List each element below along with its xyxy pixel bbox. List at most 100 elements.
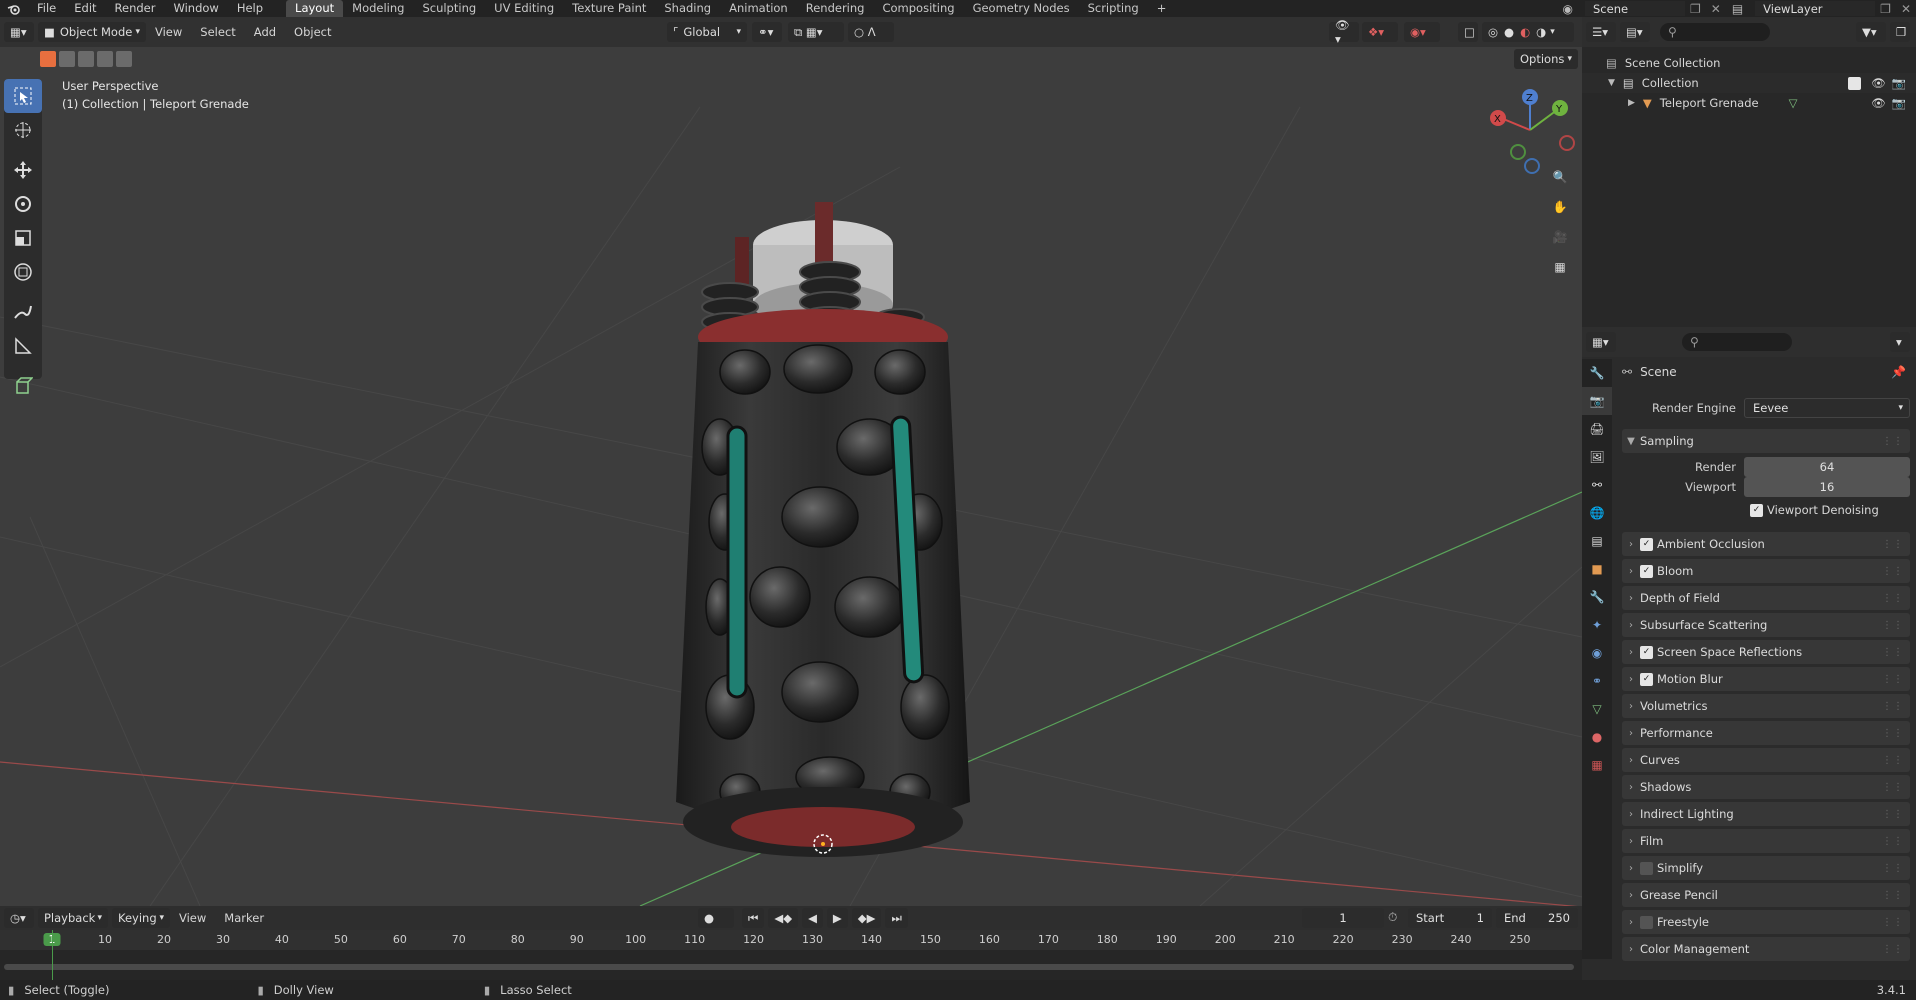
cursor-tool[interactable] [4,113,42,147]
physics-tab-icon[interactable]: ◉ [1582,639,1612,667]
select-subtract-icon[interactable] [78,51,94,67]
menu-edit[interactable]: Edit [65,0,105,17]
panel-freestyle[interactable]: › Freestyle ⋮⋮ [1622,910,1910,934]
checkbox-checked-icon[interactable]: ✓ [1640,537,1653,551]
viewport-samples-field[interactable]: 16 [1744,477,1910,497]
drag-handle-icon[interactable]: ⋮⋮ [1882,728,1904,739]
view-layer-selector[interactable]: ViewLayer [1755,1,1876,16]
jump-start-icon[interactable]: ⏮ [742,908,765,928]
workspace-tab-texture-paint[interactable]: Texture Paint [563,0,655,17]
checkbox-unchecked-icon[interactable] [1640,915,1653,929]
viewport-menu-add[interactable]: Add [245,25,285,39]
panel-performance[interactable]: › Performance ⋮⋮ [1622,721,1910,745]
menu-render[interactable]: Render [106,0,165,17]
end-frame-field[interactable]: End 250 [1496,908,1578,928]
delete-scene-icon[interactable]: ✕ [1706,2,1726,16]
render-camera-icon[interactable]: 📷 [1892,76,1906,90]
drag-handle-icon[interactable]: ⋮⋮ [1882,809,1904,820]
modifier-tab-icon[interactable]: 🔧 [1582,583,1612,611]
timeline-scrollbar[interactable] [4,964,1574,970]
timeline-menu-view[interactable]: View [170,911,215,925]
outliner-row-scene-collection[interactable]: ▤ Scene Collection [1582,53,1916,73]
panel-bloom[interactable]: › ✓ Bloom ⋮⋮ [1622,559,1910,583]
navigation-gizmo[interactable]: Z Y X [1485,85,1575,175]
ortho-toggle-icon[interactable]: ▦ [1548,255,1572,279]
panel-volumetrics[interactable]: › Volumetrics ⋮⋮ [1622,694,1910,718]
panel-subsurface-scattering[interactable]: › Subsurface Scattering ⋮⋮ [1622,613,1910,637]
start-frame-field[interactable]: Start 1 [1408,908,1492,928]
next-keyframe-icon[interactable]: ◆▶ [851,908,882,928]
visibility-eye-icon[interactable]: 👁 [1871,96,1886,110]
drag-handle-icon[interactable]: ⋮⋮ [1882,782,1904,793]
render-camera-icon[interactable]: 📷 [1892,96,1906,110]
timeline-editor-type[interactable]: ◷▾ [4,908,34,928]
object-tab-icon[interactable]: ■ [1582,555,1612,583]
pivot-point-selector[interactable]: ⚭▾ [752,22,782,42]
expand-arrow-icon[interactable]: ▶ [1628,98,1635,108]
new-view-layer-icon[interactable]: ❐ [1875,2,1896,16]
zoom-view-icon[interactable]: 🔍 [1548,165,1572,189]
panel-ambient-occlusion[interactable]: › ✓ Ambient Occlusion ⋮⋮ [1622,532,1910,556]
play-icon[interactable]: ▶ [826,908,848,928]
drag-handle-icon[interactable]: ⋮⋮ [1882,917,1904,928]
visibility-selector[interactable]: 👁▾ [1329,18,1359,46]
checkbox-checked-icon[interactable]: ✓ [1640,645,1653,659]
panel-screen-space-reflections[interactable]: › ✓ Screen Space Reflections ⋮⋮ [1622,640,1910,664]
measure-tool[interactable] [4,329,42,363]
properties-search-input[interactable]: ⚲ [1682,333,1792,351]
gizmo-toggle[interactable]: ❖▾ [1362,22,1398,42]
output-tab-icon[interactable]: 🖨 [1582,415,1612,443]
delete-view-layer-icon[interactable]: ✕ [1896,2,1916,16]
drag-handle-icon[interactable]: ⋮⋮ [1882,539,1904,550]
xray-toggle[interactable]: □ [1458,22,1478,42]
viewport-menu-select[interactable]: Select [191,25,244,39]
drag-handle-icon[interactable]: ⋮⋮ [1882,863,1904,874]
outliner-row-collection[interactable]: ▼ ▤ Collection 👁 📷 [1582,73,1916,93]
scene-icon[interactable]: ◉ [1557,2,1579,16]
add-cube-tool[interactable] [4,369,42,403]
annotate-tool[interactable] [4,295,42,329]
jump-end-icon[interactable]: ⏭ [885,908,908,928]
render-tab-icon[interactable]: 📷 [1582,387,1612,415]
outliner-row-teleport-grenade[interactable]: ▶ ▼ Teleport Grenade ▽ 👁 📷 [1582,93,1916,113]
world-tab-icon[interactable]: 🌐 [1582,499,1612,527]
menu-file[interactable]: File [28,0,65,17]
select-intersect-icon[interactable] [116,51,132,67]
properties-options[interactable]: ▾ [1890,332,1910,352]
proportional-editing-toggle[interactable]: ○ Λ [848,22,894,42]
timeline-tracks[interactable] [0,950,1582,980]
stopwatch-icon[interactable]: ⏱ [1388,910,1397,925]
3d-viewport[interactable]: ▦▾ ■ Object Mode ▾ View Select Add Objec… [0,17,1582,906]
panel-film[interactable]: › Film ⋮⋮ [1622,829,1910,853]
select-box-tool[interactable] [4,79,42,113]
panel-grease-pencil[interactable]: › Grease Pencil ⋮⋮ [1622,883,1910,907]
workspace-tab-compositing[interactable]: Compositing [873,0,963,17]
view-layer-icon[interactable]: ▤ [1726,2,1749,16]
select-new-icon[interactable] [40,51,56,67]
workspace-tab-layout[interactable]: Layout [286,0,344,17]
checkbox-checked-icon[interactable]: ✓ [1640,672,1653,686]
panel-shadows[interactable]: › Shadows ⋮⋮ [1622,775,1910,799]
new-collection-button[interactable]: ❐ [1890,22,1910,42]
render-samples-field[interactable]: 64 [1744,457,1910,477]
pin-icon[interactable]: 📌 [1891,365,1906,379]
panel-motion-blur[interactable]: › ✓ Motion Blur ⋮⋮ [1622,667,1910,691]
mode-selector[interactable]: ■ Object Mode ▾ [38,22,146,42]
checkbox-checked-icon[interactable]: ✓ [1640,564,1653,578]
add-workspace-icon[interactable]: + [1148,0,1176,17]
scene-tab-icon[interactable]: ⚯ [1582,471,1612,499]
texture-tab-icon[interactable]: ▦ [1582,751,1612,779]
drag-handle-icon[interactable]: ⋮⋮ [1882,593,1904,604]
panel-color-management[interactable]: › Color Management ⋮⋮ [1622,937,1910,961]
workspace-tab-geometry-nodes[interactable]: Geometry Nodes [964,0,1079,17]
rotate-tool[interactable] [4,187,42,221]
new-scene-icon[interactable]: ❐ [1685,2,1706,16]
panel-sampling[interactable]: ▼ Sampling ⋮⋮ [1622,429,1910,453]
rendered-shading-icon[interactable]: ◑ [1536,25,1546,39]
properties-editor-type[interactable]: ▦▾ [1586,332,1616,352]
pan-view-icon[interactable]: ✋ [1548,195,1572,219]
transform-tool[interactable] [4,255,42,289]
timeline-menu-marker[interactable]: Marker [215,911,273,925]
checkbox-checked-icon[interactable]: ✓ [1750,503,1763,517]
workspace-tab-shading[interactable]: Shading [655,0,720,17]
